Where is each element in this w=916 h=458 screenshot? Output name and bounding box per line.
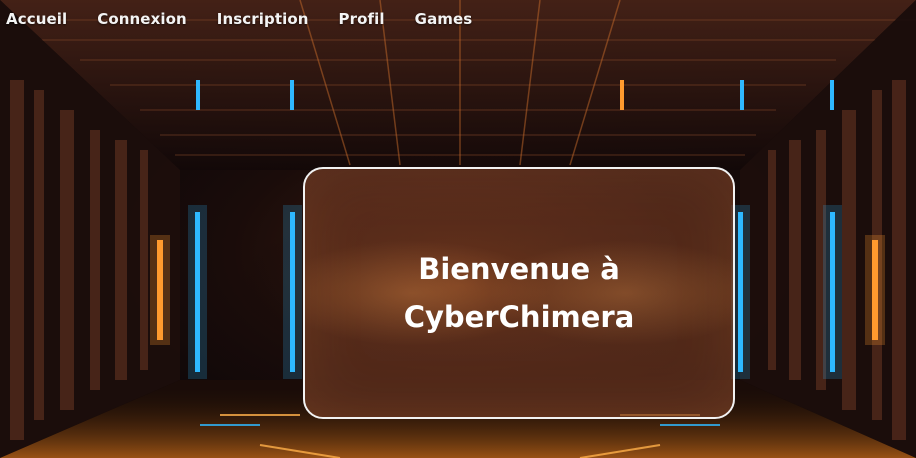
page: Accueil Connexion Inscription Profil Gam…: [0, 0, 916, 458]
nav-link-profil[interactable]: Profil: [339, 10, 385, 28]
top-nav: Accueil Connexion Inscription Profil Gam…: [0, 0, 502, 38]
nav-link-games[interactable]: Games: [415, 10, 473, 28]
nav-link-accueil[interactable]: Accueil: [6, 10, 67, 28]
welcome-title: Bienvenue à CyberChimera: [403, 252, 635, 334]
nav-link-connexion[interactable]: Connexion: [97, 10, 187, 28]
welcome-card: Bienvenue à CyberChimera: [303, 167, 735, 419]
nav-link-inscription[interactable]: Inscription: [217, 10, 309, 28]
